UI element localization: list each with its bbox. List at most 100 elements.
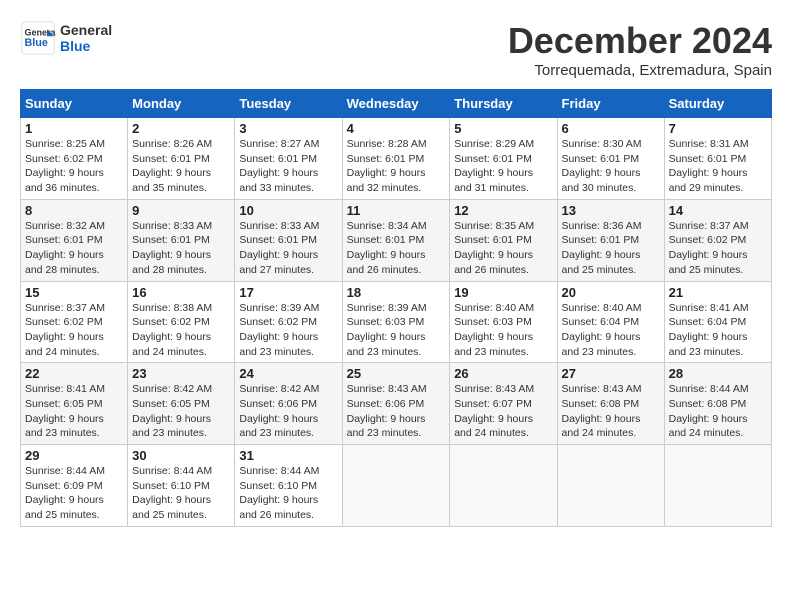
day-info-text: and 26 minutes. [454,263,552,278]
day-info-text: Daylight: 9 hours [239,330,337,345]
day-info-text: Sunrise: 8:33 AM [239,219,337,234]
day-info-text: Sunrise: 8:35 AM [454,219,552,234]
day-info-text: Sunset: 6:06 PM [347,397,446,412]
day-info-text: Sunrise: 8:26 AM [132,137,230,152]
day-info-text: Sunrise: 8:42 AM [132,382,230,397]
day-info-text: and 23 minutes. [239,426,337,441]
day-info-text: and 27 minutes. [239,263,337,278]
day-info-text: Daylight: 9 hours [239,493,337,508]
day-info-text: Sunrise: 8:31 AM [669,137,767,152]
calendar-day-26: 26Sunrise: 8:43 AMSunset: 6:07 PMDayligh… [450,363,557,445]
day-info-text: Daylight: 9 hours [454,166,552,181]
day-info-text: and 23 minutes. [347,345,446,360]
day-info-text: Daylight: 9 hours [132,493,230,508]
calendar-day-30: 30Sunrise: 8:44 AMSunset: 6:10 PMDayligh… [128,445,235,527]
day-number: 7 [669,121,767,136]
day-number: 18 [347,285,446,300]
calendar-day-25: 25Sunrise: 8:43 AMSunset: 6:06 PMDayligh… [342,363,450,445]
day-number: 20 [562,285,660,300]
day-info-text: Sunset: 6:08 PM [669,397,767,412]
day-info-text: Sunrise: 8:44 AM [239,464,337,479]
day-number: 12 [454,203,552,218]
day-info-text: and 25 minutes. [25,508,123,523]
calendar-week-4: 22Sunrise: 8:41 AMSunset: 6:05 PMDayligh… [21,363,772,445]
day-info-text: and 25 minutes. [562,263,660,278]
day-info-text: and 23 minutes. [669,345,767,360]
calendar-header-sunday: Sunday [21,90,128,118]
day-info-text: and 29 minutes. [669,181,767,196]
day-info-text: Sunset: 6:01 PM [132,233,230,248]
day-info-text: Daylight: 9 hours [132,412,230,427]
day-number: 3 [239,121,337,136]
calendar-empty [664,445,771,527]
calendar-day-18: 18Sunrise: 8:39 AMSunset: 6:03 PMDayligh… [342,281,450,363]
day-info-text: Sunset: 6:04 PM [562,315,660,330]
day-info-text: and 28 minutes. [25,263,123,278]
calendar-day-20: 20Sunrise: 8:40 AMSunset: 6:04 PMDayligh… [557,281,664,363]
calendar-header-thursday: Thursday [450,90,557,118]
subtitle: Torrequemada, Extremadura, Spain [508,62,772,79]
day-info-text: Sunrise: 8:32 AM [25,219,123,234]
day-info-text: Sunset: 6:03 PM [454,315,552,330]
day-info-text: Sunrise: 8:44 AM [132,464,230,479]
calendar-empty [557,445,664,527]
day-info-text: Sunrise: 8:43 AM [562,382,660,397]
day-info-text: Sunset: 6:06 PM [239,397,337,412]
day-info-text: Sunset: 6:05 PM [25,397,123,412]
day-info-text: Sunrise: 8:29 AM [454,137,552,152]
day-info-text: Sunset: 6:02 PM [669,233,767,248]
day-info-text: Daylight: 9 hours [669,166,767,181]
day-info-text: Daylight: 9 hours [25,493,123,508]
calendar-day-15: 15Sunrise: 8:37 AMSunset: 6:02 PMDayligh… [21,281,128,363]
day-info-text: and 25 minutes. [669,263,767,278]
day-info-text: Sunset: 6:01 PM [25,233,123,248]
day-info-text: and 30 minutes. [562,181,660,196]
day-number: 17 [239,285,337,300]
day-info-text: Sunset: 6:01 PM [132,152,230,167]
calendar-day-12: 12Sunrise: 8:35 AMSunset: 6:01 PMDayligh… [450,199,557,281]
calendar-day-17: 17Sunrise: 8:39 AMSunset: 6:02 PMDayligh… [235,281,342,363]
page-header: General Blue General Blue December 2024 … [20,20,772,79]
day-info-text: Sunset: 6:01 PM [669,152,767,167]
day-info-text: and 23 minutes. [25,426,123,441]
logo: General Blue General Blue [20,20,112,56]
day-info-text: Sunrise: 8:34 AM [347,219,446,234]
day-number: 29 [25,448,123,463]
day-number: 31 [239,448,337,463]
calendar-header-monday: Monday [128,90,235,118]
calendar-day-7: 7Sunrise: 8:31 AMSunset: 6:01 PMDaylight… [664,118,771,200]
day-info-text: Sunset: 6:01 PM [347,233,446,248]
day-info-text: Sunset: 6:02 PM [25,152,123,167]
day-info-text: Sunset: 6:10 PM [132,479,230,494]
day-info-text: and 23 minutes. [347,426,446,441]
day-info-text: Sunrise: 8:42 AM [239,382,337,397]
day-number: 14 [669,203,767,218]
day-info-text: and 24 minutes. [669,426,767,441]
day-info-text: Sunrise: 8:41 AM [25,382,123,397]
day-info-text: Daylight: 9 hours [454,248,552,263]
day-info-text: and 23 minutes. [132,426,230,441]
day-info-text: Sunset: 6:08 PM [562,397,660,412]
day-number: 13 [562,203,660,218]
day-info-text: Sunrise: 8:36 AM [562,219,660,234]
day-info-text: Sunset: 6:01 PM [239,233,337,248]
day-info-text: Sunset: 6:07 PM [454,397,552,412]
day-info-text: Daylight: 9 hours [239,412,337,427]
day-info-text: Daylight: 9 hours [347,412,446,427]
day-info-text: Sunrise: 8:44 AM [25,464,123,479]
calendar-day-29: 29Sunrise: 8:44 AMSunset: 6:09 PMDayligh… [21,445,128,527]
day-info-text: Sunrise: 8:39 AM [347,301,446,316]
day-number: 11 [347,203,446,218]
calendar-day-21: 21Sunrise: 8:41 AMSunset: 6:04 PMDayligh… [664,281,771,363]
day-info-text: Sunrise: 8:30 AM [562,137,660,152]
day-info-text: Sunrise: 8:28 AM [347,137,446,152]
calendar-day-5: 5Sunrise: 8:29 AMSunset: 6:01 PMDaylight… [450,118,557,200]
day-info-text: Sunset: 6:05 PM [132,397,230,412]
day-info-text: Sunset: 6:01 PM [562,233,660,248]
day-number: 21 [669,285,767,300]
day-info-text: Daylight: 9 hours [25,166,123,181]
day-info-text: and 24 minutes. [454,426,552,441]
calendar-week-5: 29Sunrise: 8:44 AMSunset: 6:09 PMDayligh… [21,445,772,527]
day-info-text: Daylight: 9 hours [347,330,446,345]
calendar-day-11: 11Sunrise: 8:34 AMSunset: 6:01 PMDayligh… [342,199,450,281]
